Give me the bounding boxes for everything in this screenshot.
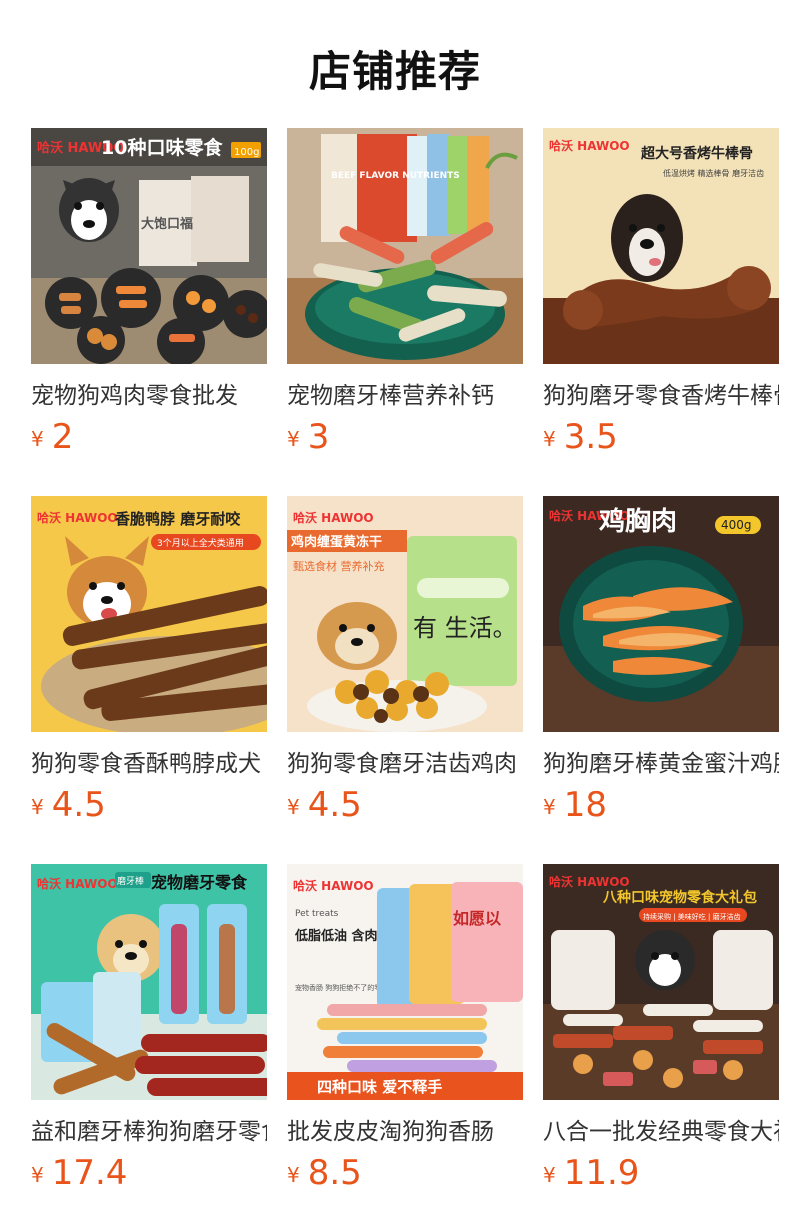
price-value: 2 <box>51 417 74 457</box>
image-subtitle: 低温烘烤 精选棒骨 磨牙洁齿 <box>663 168 764 178</box>
product-image[interactable]: 哈沃 HAWOO Pet treats 低脂低油 含肉量高 宠物香肠 狗狗拒绝不… <box>287 864 523 1100</box>
product-name[interactable]: 宠物狗鸡肉零食批发 <box>31 379 267 413</box>
product-image[interactable]: 哈沃 HAWOO 鸡胸肉 400g <box>543 496 779 732</box>
product-price: ¥8.5 <box>287 1150 362 1196</box>
product-card[interactable]: 哈沃 HAWOO 八种口味宠物零食大礼包 持续采购 | 美味好吃 | 磨牙洁齿 <box>543 864 779 1204</box>
image-banner: 超大号香烤牛棒骨 <box>640 145 753 162</box>
image-banner: 鸡肉缠蛋黄冻干 <box>290 534 382 550</box>
crispy-duck-neck-icon: 哈沃 HAWOO 香脆鸭脖 磨牙耐咬 3个月以上全犬类通用 <box>31 496 267 732</box>
roasted-beef-bone-icon: 哈沃 HAWOO 超大号香烤牛棒骨 低温烘烤 精选棒骨 磨牙洁齿 <box>543 128 779 364</box>
product-price: ¥4.5 <box>31 782 106 828</box>
product-card[interactable]: BEEF FLAVOR NUTRIENTS 宠物磨牙棒营养补钙 ¥3 <box>287 128 523 468</box>
product-image[interactable]: 哈沃 HAWOO 超大号香烤牛棒骨 低温烘烤 精选棒骨 磨牙洁齿 <box>543 128 779 364</box>
image-subtitle: 持续采购 | 美味好吃 | 磨牙洁齿 <box>643 912 741 921</box>
product-name[interactable]: 狗狗零食香酥鸭脖成犬 <box>31 747 267 781</box>
price-value: 11.9 <box>563 1153 640 1193</box>
dog-treats-variety-pack-icon: 哈沃 HAWOO 10种口味零食 100g 大饱口福 <box>31 128 267 364</box>
product-image[interactable]: 哈沃 HAWOO 八种口味宠物零食大礼包 持续采购 | 美味好吃 | 磨牙洁齿 <box>543 864 779 1100</box>
image-banner: 鸡胸肉 <box>598 506 677 537</box>
product-price: ¥3.5 <box>543 414 618 460</box>
image-subtitle: 磨牙棒 <box>117 875 144 887</box>
price-value: 8.5 <box>307 1153 362 1193</box>
currency-symbol: ¥ <box>31 1163 44 1187</box>
product-name[interactable]: 益和磨牙棒狗狗磨牙零食 <box>31 1115 267 1149</box>
product-image[interactable]: 哈沃 HAWOO 鸡肉缠蛋黄冻干 甄选食材 营养补充 有 生活。 <box>287 496 523 732</box>
product-price: ¥4.5 <box>287 782 362 828</box>
brand-logo: 哈沃 HAWOO <box>293 510 374 525</box>
product-name[interactable]: 宠物磨牙棒营养补钙 <box>287 379 523 413</box>
currency-symbol: ¥ <box>543 427 556 451</box>
currency-symbol: ¥ <box>31 427 44 451</box>
product-card[interactable]: 哈沃 HAWOO 超大号香烤牛棒骨 低温烘烤 精选棒骨 磨牙洁齿 狗狗磨牙零食香… <box>543 128 779 468</box>
price-value: 4.5 <box>51 785 106 825</box>
image-subtitle: 甄选食材 营养补充 <box>293 559 385 573</box>
image-subtitle: 宠物香肠 狗狗拒绝不了的零食 <box>295 983 388 992</box>
brand-logo: 哈沃 HAWOO <box>37 510 118 525</box>
package-label: 大饱口福 <box>141 216 193 232</box>
currency-symbol: ¥ <box>287 427 300 451</box>
image-banner: 香脆鸭脖 磨牙耐咬 <box>115 510 241 528</box>
currency-symbol: ¥ <box>543 795 556 819</box>
currency-symbol: ¥ <box>287 1163 300 1187</box>
product-card[interactable]: 哈沃 HAWOO 磨牙棒 宠物磨牙零食 益和磨牙棒狗狗磨牙零食 ¥ 17.4 <box>31 864 267 1204</box>
price-value: 18 <box>563 785 607 825</box>
price-value: 17.4 <box>51 1153 128 1193</box>
price-value: 3.5 <box>563 417 618 457</box>
product-card[interactable]: 哈沃 HAWOO 鸡胸肉 400g 狗狗磨牙棒黄金蜜汁鸡胸肉 <box>543 496 779 836</box>
product-image[interactable]: 哈沃 HAWOO 10种口味零食 100g 大饱口福 <box>31 128 267 364</box>
dental-chew-sticks-icon: BEEF FLAVOR NUTRIENTS <box>287 128 523 364</box>
product-card[interactable]: 哈沃 HAWOO Pet treats 低脂低油 含肉量高 宠物香肠 狗狗拒绝不… <box>287 864 523 1204</box>
price-value: 3 <box>307 417 330 457</box>
product-price: ¥2 <box>31 414 73 460</box>
image-footer: 四种口味 爱不释手 <box>317 1078 442 1096</box>
price-value: 4.5 <box>307 785 362 825</box>
brand-logo: 哈沃 HAWOO <box>549 874 630 889</box>
dental-stick-rolls-icon: 哈沃 HAWOO 磨牙棒 宠物磨牙零食 <box>31 864 267 1100</box>
product-name[interactable]: 八合一批发经典零食大礼包 <box>543 1115 779 1149</box>
product-image[interactable]: 哈沃 HAWOO 磨牙棒 宠物磨牙零食 <box>31 864 267 1100</box>
package-label: 有 生活。 <box>413 614 517 642</box>
product-price: ¥17.4 <box>31 1150 127 1196</box>
brand-logo: 哈沃 HAWOO <box>37 876 118 891</box>
pet-sausages-icon: 哈沃 HAWOO Pet treats 低脂低油 含肉量高 宠物香肠 狗狗拒绝不… <box>287 864 523 1100</box>
product-card[interactable]: 哈沃 HAWOO 10种口味零食 100g 大饱口福 宠物狗鸡肉零食批发 ¥ 2 <box>31 128 267 468</box>
product-image[interactable]: BEEF FLAVOR NUTRIENTS <box>287 128 523 364</box>
image-banner: 宠物磨牙零食 <box>151 873 248 892</box>
product-price: ¥18 <box>543 782 607 828</box>
currency-symbol: ¥ <box>543 1163 556 1187</box>
shop-recommendations-page: 店铺推荐 哈沃 HAWOO 10种口味零食 100g 大饱口福 宠物狗鸡肉零食批… <box>0 0 790 1232</box>
image-tag: 400g <box>721 518 752 532</box>
product-card[interactable]: 哈沃 HAWOO 香脆鸭脖 磨牙耐咬 3个月以上全犬类通用 狗狗零食香酥鸭脖成犬… <box>31 496 267 836</box>
eight-flavor-gift-pack-icon: 哈沃 HAWOO 八种口味宠物零食大礼包 持续采购 | 美味好吃 | 磨牙洁齿 <box>543 864 779 1100</box>
product-price: ¥3 <box>287 414 329 460</box>
image-banner: 八种口味宠物零食大礼包 <box>602 889 757 906</box>
product-name[interactable]: 狗狗磨牙零食香烤牛棒骨 <box>543 379 779 413</box>
image-banner: 10种口味零食 <box>101 136 223 159</box>
chicken-egg-yolk-freeze-dried-icon: 哈沃 HAWOO 鸡肉缠蛋黄冻干 甄选食材 营养补充 有 生活。 <box>287 496 523 732</box>
page-title: 店铺推荐 <box>308 47 481 96</box>
product-price: ¥11.9 <box>543 1150 639 1196</box>
product-name[interactable]: 批发皮皮淘狗狗香肠 <box>287 1115 523 1149</box>
product-name[interactable]: 狗狗磨牙棒黄金蜜汁鸡胸肉 <box>543 747 779 781</box>
chicken-breast-jerky-icon: 哈沃 HAWOO 鸡胸肉 400g <box>543 496 779 732</box>
brand-logo: 哈沃 HAWOO <box>549 138 630 153</box>
package-label: 如愿以 <box>453 909 501 928</box>
image-tag: 100g <box>234 147 259 158</box>
currency-symbol: ¥ <box>287 795 300 819</box>
product-name[interactable]: 狗狗零食磨牙洁齿鸡肉 <box>287 747 523 781</box>
image-subtitle: 3个月以上全犬类通用 <box>157 537 244 549</box>
product-image[interactable]: 哈沃 HAWOO 香脆鸭脖 磨牙耐咬 3个月以上全犬类通用 <box>31 496 267 732</box>
package-label: BEEF FLAVOR NUTRIENTS <box>331 171 460 181</box>
product-card[interactable]: 哈沃 HAWOO 鸡肉缠蛋黄冻干 甄选食材 营养补充 有 生活。 狗狗零食磨牙洁… <box>287 496 523 836</box>
currency-symbol: ¥ <box>31 795 44 819</box>
image-tag: Pet treats <box>295 909 339 919</box>
brand-logo: 哈沃 HAWOO <box>293 878 374 893</box>
